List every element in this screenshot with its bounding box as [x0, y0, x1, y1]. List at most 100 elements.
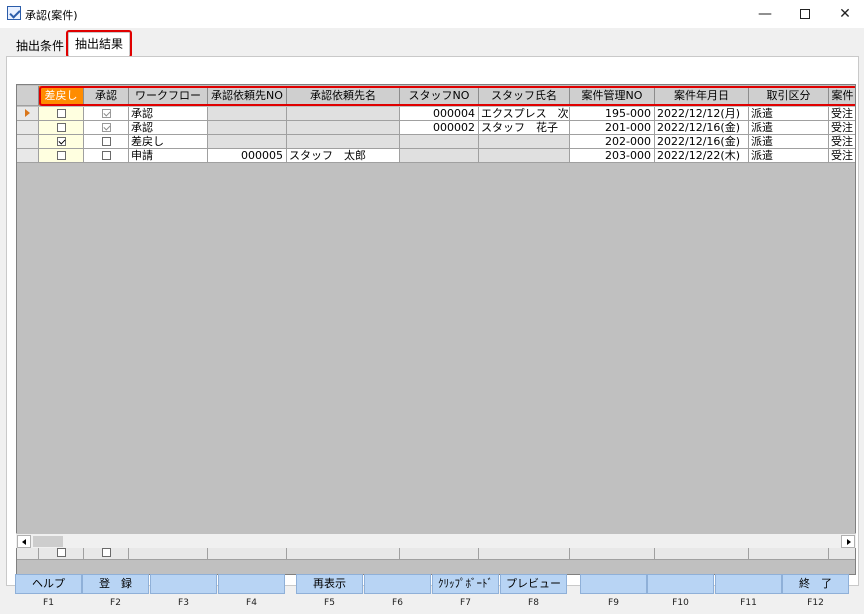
table-row[interactable]: 申請 000005 スタッフ 太郎 203-000 2022/12/22(木) 派遣 受注 — [17, 149, 855, 163]
shonin-checkbox[interactable] — [101, 136, 111, 146]
footer-col-shonin[interactable] — [84, 547, 129, 560]
fkey-f11-button[interactable] — [715, 574, 782, 594]
fkey-f7-button[interactable]: ｸﾘｯﾌﾟﾎﾞｰﾄﾞ — [432, 574, 499, 594]
sashimodoshi-cell[interactable] — [39, 149, 84, 163]
fkey-f2-button[interactable]: 登 録 — [82, 574, 149, 594]
scroll-right-icon[interactable] — [841, 535, 855, 548]
fkey-f8-button[interactable]: プレビュー — [500, 574, 567, 594]
footer-col-sashimodoshi[interactable] — [39, 547, 84, 560]
footer-col-anken-date — [655, 547, 749, 560]
col-workflow-cell: 差戻し — [129, 135, 208, 149]
maximize-button[interactable] — [785, 0, 825, 28]
col-staff-name-cell — [479, 149, 570, 163]
shonin-checkbox[interactable] — [101, 150, 111, 160]
table-row[interactable]: 承認 000004 エクスプレス 次 195-000 2022/12/12(月) 派遣 受注 — [17, 107, 855, 121]
results-grid[interactable]: 差戻し 承認 ワークフロー 承認依頼先NO 承認依頼先名 スタッフNO スタッフ氏名 案件管理… — [16, 84, 856, 575]
shonin-cell[interactable] — [84, 107, 129, 121]
scroll-thumb[interactable] — [33, 536, 63, 547]
tab-search-conditions[interactable]: 抽出条件 — [10, 35, 70, 57]
col-irai-no-cell — [208, 121, 287, 135]
col-anken-date-cell: 2022/12/16(金) — [655, 121, 749, 135]
close-button[interactable]: ✕ — [825, 0, 864, 28]
fkey-f5-label: F5 — [324, 598, 335, 608]
fkey-f9-button[interactable] — [580, 574, 647, 594]
header-col-shonin[interactable]: 承認 — [84, 86, 129, 106]
header-col-anken-date[interactable]: 案件年月日 — [655, 86, 749, 106]
fkey-f12-button[interactable]: 終 了 — [782, 574, 849, 594]
row-indicator[interactable] — [17, 107, 39, 121]
table-row[interactable]: 差戻し 202-000 2022/12/16(金) 派遣 受注 — [17, 135, 855, 149]
fkey-f5-button[interactable]: 再表示 — [296, 574, 363, 594]
footer-checkbox[interactable] — [56, 547, 66, 557]
header-col-irai-no[interactable]: 承認依頼先NO — [208, 86, 287, 106]
col-anken-cell: 受注 — [829, 121, 855, 135]
header-col-workflow[interactable]: ワークフロー — [129, 86, 208, 106]
col-torihiki-cell: 派遣 — [749, 149, 829, 163]
footer-col-anken-no — [570, 547, 655, 560]
fkey-f6-label: F6 — [392, 598, 403, 608]
col-workflow-cell: 申請 — [129, 149, 208, 163]
col-irai-name-cell — [287, 121, 400, 135]
col-irai-no-cell: 000005 — [208, 149, 287, 163]
header-col-irai-name[interactable]: 承認依頼先名 — [287, 86, 400, 106]
fkey-f3-button[interactable] — [150, 574, 217, 594]
fkey-f10-button[interactable] — [647, 574, 714, 594]
col-staff-no-cell: 000002 — [400, 121, 479, 135]
col-anken-date-cell: 2022/12/22(木) — [655, 149, 749, 163]
header-col-sashimodoshi[interactable]: 差戻し — [39, 86, 84, 106]
sashimodoshi-checkbox[interactable] — [56, 136, 66, 146]
shonin-cell[interactable] — [84, 121, 129, 135]
col-irai-name-cell: スタッフ 太郎 — [287, 149, 400, 163]
sashimodoshi-checkbox[interactable] — [56, 122, 66, 132]
fkey-f1-button[interactable]: ヘルプ — [15, 574, 82, 594]
current-row-arrow-icon — [25, 109, 30, 117]
shonin-checkbox[interactable] — [101, 122, 111, 132]
window-title: 承認(案件) — [25, 9, 78, 22]
horizontal-scrollbar[interactable] — [16, 533, 856, 548]
fkey-f4-button[interactable] — [218, 574, 285, 594]
col-irai-no-cell — [208, 135, 287, 149]
minimize-button[interactable]: — — [745, 0, 785, 28]
col-anken-cell: 受注 — [829, 107, 855, 121]
tab-search-results[interactable]: 抽出結果 — [65, 30, 133, 58]
row-indicator[interactable] — [17, 121, 39, 135]
header-col-anken-no[interactable]: 案件管理NO — [570, 86, 655, 106]
col-staff-no-cell: 000004 — [400, 107, 479, 121]
footer-row-indicator — [17, 547, 39, 560]
col-irai-no-cell — [208, 107, 287, 121]
fkey-f7-label: F7 — [460, 598, 471, 608]
sashimodoshi-cell[interactable] — [39, 135, 84, 149]
fkey-f6-button[interactable] — [364, 574, 431, 594]
row-indicator[interactable] — [17, 135, 39, 149]
row-indicator[interactable] — [17, 149, 39, 163]
col-workflow-cell: 承認 — [129, 107, 208, 121]
title-bar: 承認(案件) — ✕ — [0, 0, 864, 28]
footer-checkbox[interactable] — [101, 547, 111, 557]
shonin-cell[interactable] — [84, 135, 129, 149]
table-row[interactable]: 承認 000002 スタッフ 花子 201-000 2022/12/16(金) 派遣 受注 — [17, 121, 855, 135]
header-col-staff-no[interactable]: スタッフNO — [400, 86, 479, 106]
shonin-checkbox[interactable] — [101, 108, 111, 118]
col-irai-name-cell — [287, 107, 400, 121]
footer-col-irai-name — [287, 547, 400, 560]
col-torihiki-cell: 派遣 — [749, 135, 829, 149]
footer-col-torihiki — [749, 547, 829, 560]
scroll-left-icon[interactable] — [17, 535, 31, 548]
sashimodoshi-checkbox[interactable] — [56, 108, 66, 118]
header-col-torihiki[interactable]: 取引区分 — [749, 86, 829, 106]
col-staff-no-cell — [400, 135, 479, 149]
fkey-f8-label: F8 — [528, 598, 539, 608]
col-staff-name-cell: エクスプレス 次 — [479, 107, 570, 121]
sashimodoshi-cell[interactable] — [39, 121, 84, 135]
footer-col-staff-no — [400, 547, 479, 560]
shonin-cell[interactable] — [84, 149, 129, 163]
col-anken-date-cell: 2022/12/12(月) — [655, 107, 749, 121]
sashimodoshi-cell[interactable] — [39, 107, 84, 121]
fkey-f3-label: F3 — [178, 598, 189, 608]
fkey-f11-label: F11 — [740, 598, 757, 608]
sashimodoshi-checkbox[interactable] — [56, 150, 66, 160]
header-col-staff-name[interactable]: スタッフ氏名 — [479, 86, 570, 106]
col-staff-no-cell — [400, 149, 479, 163]
header-col-anken[interactable]: 案件 — [829, 86, 855, 106]
col-staff-name-cell — [479, 135, 570, 149]
